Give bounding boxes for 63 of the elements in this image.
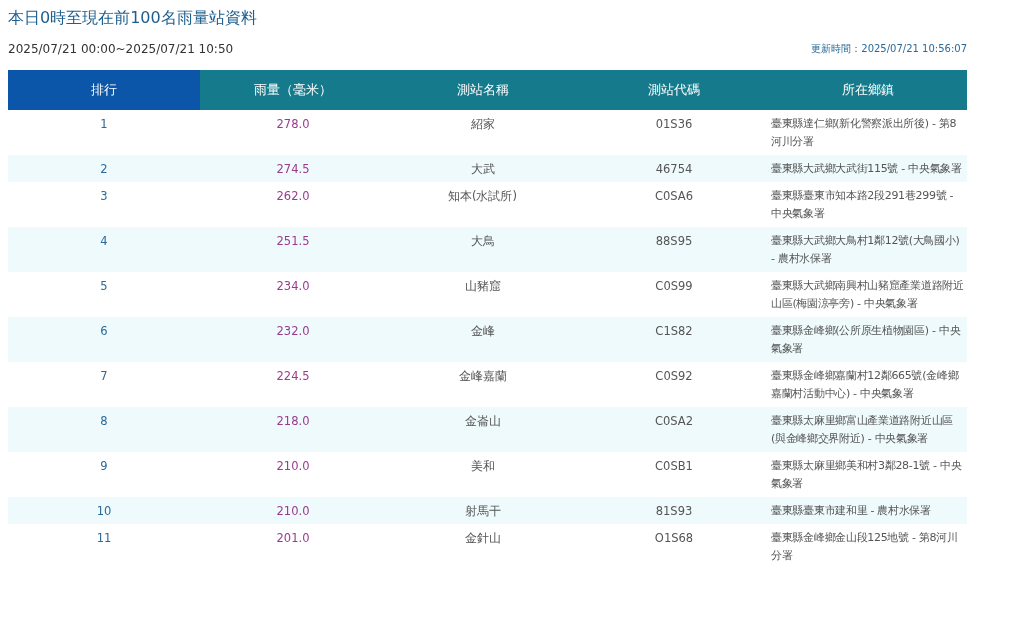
table-cell: 臺東縣達仁鄉(新化警察派出所後) - 第8河川分署 — [769, 110, 967, 155]
table-cell: 1 — [8, 110, 200, 155]
table-cell: 臺東縣金峰鄉嘉蘭村12鄰665號(金峰鄉嘉蘭村活動中心) - 中央氣象署 — [769, 362, 967, 407]
table-cell: 5 — [8, 272, 200, 317]
table-cell: 7 — [8, 362, 200, 407]
table-cell: 10 — [8, 497, 200, 524]
update-time: 更新時間：2025/07/21 10:56:07 — [811, 42, 967, 56]
table-cell: 8 — [8, 407, 200, 452]
table-cell: 大武 — [386, 155, 579, 182]
table-cell: 81S93 — [579, 497, 769, 524]
table-cell: 210.0 — [200, 497, 386, 524]
table-cell: 臺東縣太麻里鄉美和村3鄰28-1號 - 中央氣象署 — [769, 452, 967, 497]
table-cell: C1S82 — [579, 317, 769, 362]
table-cell: 臺東縣臺東市建和里 - 農村水保署 — [769, 497, 967, 524]
date-range: 2025/07/21 00:00~2025/07/21 10:50 — [8, 42, 234, 56]
table-cell: 金崙山 — [386, 407, 579, 452]
table-cell: 262.0 — [200, 182, 386, 227]
table-cell: 大鳥 — [386, 227, 579, 272]
table-cell: 218.0 — [200, 407, 386, 452]
table-cell: 金針山 — [386, 524, 579, 569]
table-cell: 臺東縣大武鄉大武街115號 - 中央氣象署 — [769, 155, 967, 182]
table-cell: 射馬干 — [386, 497, 579, 524]
table-cell: 山豬窟 — [386, 272, 579, 317]
table-cell: 3 — [8, 182, 200, 227]
column-header[interactable]: 測站代碼 — [579, 70, 769, 110]
table-cell: 234.0 — [200, 272, 386, 317]
table-cell: 美和 — [386, 452, 579, 497]
table-cell: O1S68 — [579, 524, 769, 569]
column-header[interactable]: 雨量（毫米） — [200, 70, 386, 110]
table-cell: C0SA6 — [579, 182, 769, 227]
table-cell: 臺東縣臺東市知本路2段291巷299號 - 中央氣象署 — [769, 182, 967, 227]
table-cell: 274.5 — [200, 155, 386, 182]
table-cell: 9 — [8, 452, 200, 497]
table-cell: C0S92 — [579, 362, 769, 407]
table-cell: 201.0 — [200, 524, 386, 569]
column-header[interactable]: 所在鄉鎮 — [769, 70, 967, 110]
table-cell: 251.5 — [200, 227, 386, 272]
table-cell: 臺東縣金峰鄉(公所原生植物園區) - 中央氣象署 — [769, 317, 967, 362]
table-cell: 11 — [8, 524, 200, 569]
table-cell: 278.0 — [200, 110, 386, 155]
table-cell: 4 — [8, 227, 200, 272]
table-cell: 臺東縣金峰鄉金山段125地號 - 第8河川分署 — [769, 524, 967, 569]
table-cell: 臺東縣大武鄉大鳥村1鄰12號(大鳥國小) - 農村水保署 — [769, 227, 967, 272]
table-cell: 224.5 — [200, 362, 386, 407]
table-cell: 88S95 — [579, 227, 769, 272]
table-cell: 金峰 — [386, 317, 579, 362]
table-cell: 232.0 — [200, 317, 386, 362]
table-cell: 6 — [8, 317, 200, 362]
column-header[interactable]: 排行 — [8, 70, 200, 110]
table-cell: 210.0 — [200, 452, 386, 497]
table-cell: C0SB1 — [579, 452, 769, 497]
table-cell: 2 — [8, 155, 200, 182]
table-cell: 紹家 — [386, 110, 579, 155]
page-title: 本日0時至現在前100名雨量站資料 — [8, 7, 258, 29]
table-cell: C0S99 — [579, 272, 769, 317]
table-cell: 知本(水試所) — [386, 182, 579, 227]
table-cell: C0SA2 — [579, 407, 769, 452]
column-header[interactable]: 測站名稱 — [386, 70, 579, 110]
table-cell: 46754 — [579, 155, 769, 182]
table-cell: 01S36 — [579, 110, 769, 155]
table-cell: 金峰嘉蘭 — [386, 362, 579, 407]
table-cell: 臺東縣太麻里鄉富山產業道路附近山區(與金峰鄉交界附近) - 中央氣象署 — [769, 407, 967, 452]
table-cell: 臺東縣大武鄉南興村山豬窟產業道路附近山區(梅園涼亭旁) - 中央氣象署 — [769, 272, 967, 317]
